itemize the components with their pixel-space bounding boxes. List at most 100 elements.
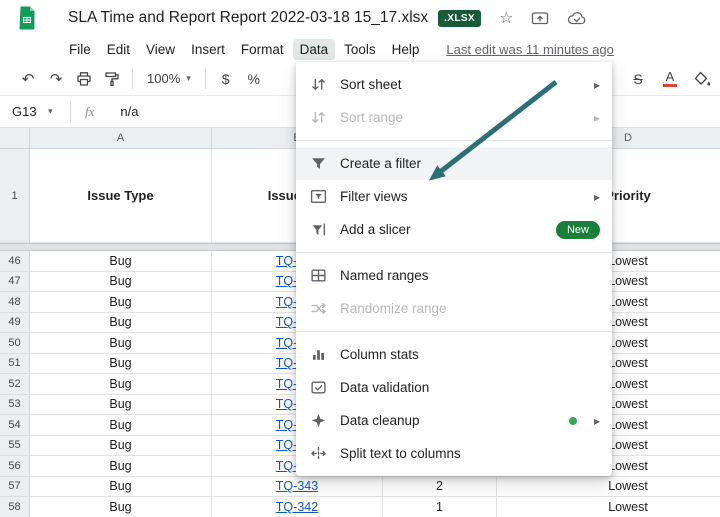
menu-item-sort-range[interactable]: Sort range▸ [296, 101, 612, 134]
text-color-swatch [663, 84, 677, 87]
cell-priority[interactable]: Lowest [497, 477, 720, 498]
format-currency-button[interactable]: $ [212, 66, 240, 92]
fx-icon: fx [85, 104, 94, 120]
menu-item-add-a-slicer[interactable]: Add a slicerNew [296, 213, 612, 246]
menu-divider [296, 252, 612, 253]
menu-item-label: Data cleanup [340, 413, 569, 428]
menu-item-filter-views[interactable]: Filter views ▸ [296, 180, 612, 213]
menu-item-named-ranges[interactable]: Named ranges [296, 259, 612, 292]
column-header-a[interactable]: A [30, 128, 212, 149]
row-header[interactable]: 55 [0, 436, 30, 457]
name-box[interactable]: G13 [0, 104, 48, 119]
row-header[interactable]: 53 [0, 395, 30, 416]
row-header[interactable]: 52 [0, 374, 30, 395]
last-edit-link[interactable]: Last edit was 11 minutes ago [446, 42, 613, 57]
cell-issue-key[interactable]: TQ-342 [212, 497, 383, 517]
chevron-down-icon[interactable]: ▾ [48, 106, 66, 117]
google-sheets-logo-icon[interactable] [14, 5, 40, 31]
data-menu: Sort sheet▸Sort range▸ Create a filter Fil… [296, 62, 612, 476]
menubar-item-help[interactable]: Help [385, 39, 427, 60]
paint-format-icon[interactable] [98, 66, 126, 92]
menubar-item-view[interactable]: View [139, 39, 182, 60]
menubar-item-tools[interactable]: Tools [337, 39, 383, 60]
cell-priority[interactable]: Lowest [497, 497, 720, 517]
cell-issue-type[interactable]: Bug [30, 497, 212, 517]
row-header[interactable]: 46 [0, 251, 30, 272]
data-cleanup-icon [308, 412, 328, 430]
row-header[interactable]: 54 [0, 415, 30, 436]
row-header[interactable]: 49 [0, 313, 30, 334]
text-color-label: A [666, 70, 675, 83]
row-header[interactable]: 47 [0, 272, 30, 293]
select-all-corner[interactable] [0, 128, 30, 149]
cell-issue-type[interactable]: Bug [30, 272, 212, 293]
cell-issue-type[interactable]: Bug [30, 456, 212, 477]
cell-issue-type[interactable]: Bug [30, 374, 212, 395]
create-filter-icon [308, 155, 328, 173]
submenu-arrow-icon: ▸ [594, 414, 600, 428]
row-header[interactable]: 57 [0, 477, 30, 498]
print-icon[interactable] [70, 66, 98, 92]
format-percent-button[interactable]: % [240, 66, 268, 92]
menubar-item-edit[interactable]: Edit [100, 39, 137, 60]
issue-key-link[interactable]: TQ-343 [276, 479, 318, 493]
row-header[interactable]: 48 [0, 292, 30, 313]
cell-count[interactable]: 1 [383, 497, 497, 517]
sort-sheet-icon [308, 76, 328, 94]
menubar-item-format[interactable]: Format [234, 39, 291, 60]
row-header[interactable]: 58 [0, 497, 30, 517]
add-slicer-icon [308, 221, 328, 239]
menubar-items: FileEditViewInsertFormatDataToolsHelp [62, 39, 428, 60]
star-icon[interactable]: ☆ [499, 8, 513, 28]
menubar-item-data[interactable]: Data [293, 39, 336, 60]
cell-issue-key[interactable]: TQ-343 [212, 477, 383, 498]
menu-item-create-a-filter[interactable]: Create a filter [296, 147, 612, 180]
menu-item-split-text-to-columns[interactable]: Split text to columns [296, 437, 612, 470]
menu-item-sort-sheet[interactable]: Sort sheet▸ [296, 68, 612, 101]
header-cell-issue-type[interactable]: Issue Type [30, 149, 212, 243]
row-header[interactable]: 51 [0, 354, 30, 375]
cell-issue-type[interactable]: Bug [30, 313, 212, 334]
menu-item-randomize-range[interactable]: Randomize range [296, 292, 612, 325]
zoom-control[interactable]: 100% ▾ [139, 66, 199, 92]
toolbar-divider [132, 69, 133, 89]
menu-item-data-cleanup[interactable]: Data cleanup ▸ [296, 404, 612, 437]
column-stats-icon [308, 346, 328, 364]
undo-icon[interactable]: ↶ [14, 66, 42, 92]
row-header[interactable]: 1 [0, 149, 30, 243]
text-color-button[interactable]: A [656, 66, 684, 92]
menu-item-label: Data validation [340, 380, 600, 395]
cell-issue-type[interactable]: Bug [30, 395, 212, 416]
menubar-item-file[interactable]: File [62, 39, 98, 60]
submenu-arrow-icon: ▸ [594, 190, 600, 204]
chevron-down-icon: ▾ [186, 73, 191, 84]
cell-issue-type[interactable]: Bug [30, 415, 212, 436]
cell-count[interactable]: 2 [383, 477, 497, 498]
document-title[interactable]: SLA Time and Report Report 2022-03-18 15… [68, 9, 428, 27]
menu-divider [296, 331, 612, 332]
fill-color-icon[interactable] [688, 66, 716, 92]
issue-key-link[interactable]: TQ-342 [276, 500, 318, 514]
toolbar-right: S A [624, 62, 716, 95]
cell-issue-type[interactable]: Bug [30, 251, 212, 272]
cell-issue-type[interactable]: Bug [30, 477, 212, 498]
zoom-value: 100% [147, 71, 180, 86]
menu-item-label: Create a filter [340, 156, 600, 171]
cell-issue-type[interactable]: Bug [30, 354, 212, 375]
menu-item-column-stats[interactable]: Column stats [296, 338, 612, 371]
row-header[interactable]: 50 [0, 333, 30, 354]
strikethrough-button[interactable]: S [624, 66, 652, 92]
menu-item-label: Add a slicer [340, 222, 556, 237]
cell-issue-type[interactable]: Bug [30, 436, 212, 457]
menu-item-label: Filter views [340, 189, 586, 204]
formula-bar-divider [70, 102, 71, 122]
menubar-item-insert[interactable]: Insert [184, 39, 232, 60]
menu-item-data-validation[interactable]: Data validation [296, 371, 612, 404]
formula-input[interactable]: n/a [120, 104, 138, 119]
redo-icon[interactable]: ↷ [42, 66, 70, 92]
row-header[interactable]: 56 [0, 456, 30, 477]
cloud-saved-icon[interactable] [567, 11, 587, 26]
cell-issue-type[interactable]: Bug [30, 292, 212, 313]
move-folder-icon[interactable] [531, 10, 549, 26]
cell-issue-type[interactable]: Bug [30, 333, 212, 354]
